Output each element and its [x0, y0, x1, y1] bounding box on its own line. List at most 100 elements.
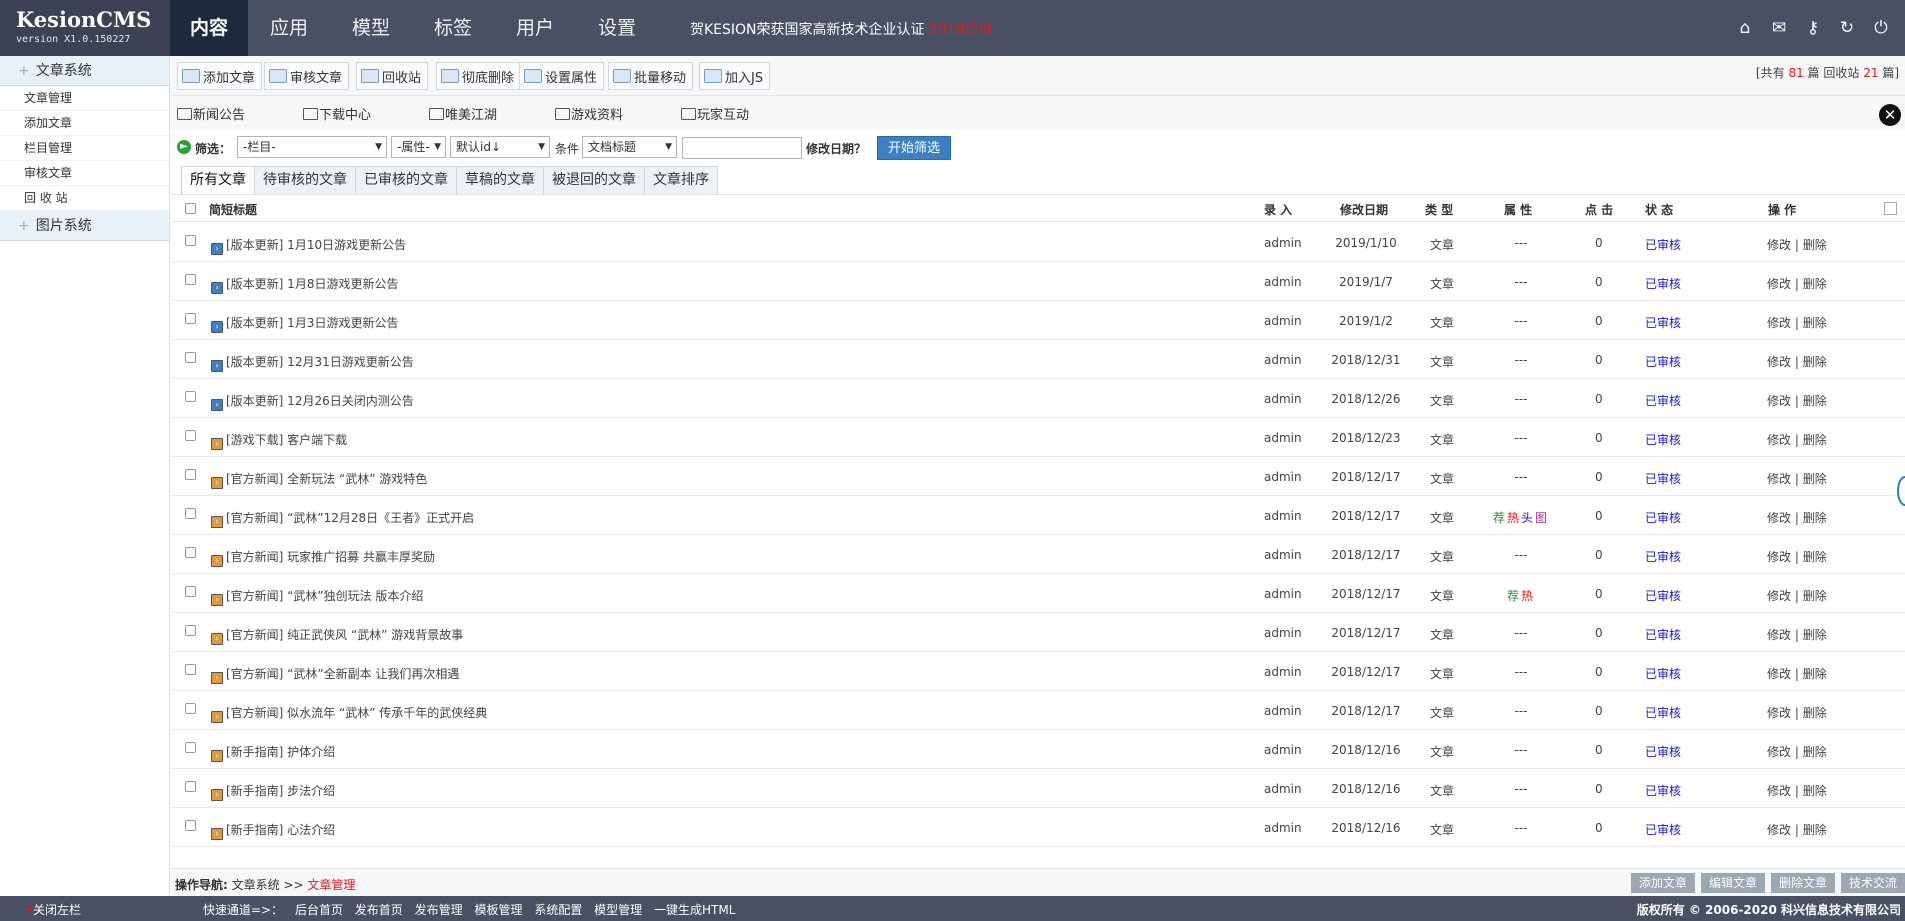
edit-link[interactable]: 修改: [1767, 784, 1791, 798]
row-title-text[interactable]: [游戏下载] 客户端下载: [226, 433, 347, 447]
tab-all-articles[interactable]: 所有文章: [181, 166, 255, 194]
delete-link[interactable]: 删除: [1803, 823, 1827, 837]
row-title-text[interactable]: [版本更新] 12月31日游戏更新公告: [226, 355, 414, 369]
edit-link[interactable]: 修改: [1767, 823, 1791, 837]
row-checkbox[interactable]: [185, 664, 196, 675]
row-checkbox[interactable]: [185, 469, 196, 480]
edit-link[interactable]: 修改: [1767, 706, 1791, 720]
edit-link[interactable]: 修改: [1767, 550, 1791, 564]
delete-link[interactable]: 删除: [1803, 550, 1827, 564]
nav-models[interactable]: 模型: [330, 0, 412, 56]
row-title-text[interactable]: [新手指南] 护体介绍: [226, 745, 335, 759]
row-title-text[interactable]: [官方新闻] “武林”独创玩法 版本介绍: [226, 589, 423, 603]
sidebar-item-recycle-bin[interactable]: 回 收 站: [0, 186, 169, 211]
row-status[interactable]: 已审核: [1645, 236, 1681, 253]
row-title-text[interactable]: [版本更新] 1月8日游戏更新公告: [226, 277, 398, 291]
edit-link[interactable]: 修改: [1767, 316, 1791, 330]
refresh-icon[interactable]: ↻: [1837, 18, 1857, 38]
row-checkbox[interactable]: [185, 625, 196, 636]
row-checkbox[interactable]: [185, 430, 196, 441]
close-icon[interactable]: ✕: [1879, 104, 1901, 126]
close-left-panel-button[interactable]: 关闭左栏: [28, 901, 81, 918]
row-checkbox[interactable]: [185, 547, 196, 558]
edit-link[interactable]: 修改: [1767, 628, 1791, 642]
delete-link[interactable]: 删除: [1803, 472, 1827, 486]
recycle-bin-button[interactable]: 回收站: [356, 62, 429, 90]
row-checkbox[interactable]: [185, 352, 196, 363]
breadcrumb-parent[interactable]: 文章系统: [232, 878, 280, 892]
row-checkbox[interactable]: [185, 274, 196, 285]
tab-pending-review[interactable]: 待审核的文章: [254, 166, 356, 194]
delete-link[interactable]: 删除: [1803, 706, 1827, 720]
add-js-button[interactable]: 加入JS: [699, 62, 771, 90]
modify-date-label[interactable]: 修改日期？: [806, 140, 866, 157]
sidebar-item-review-article[interactable]: 审核文章: [0, 161, 169, 186]
row-title[interactable]: › [官方新闻] 纯正武侠风 “武林” 游戏背景故事: [211, 626, 463, 645]
row-title-text[interactable]: [官方新闻] 纯正武侠风 “武林” 游戏背景故事: [226, 628, 463, 642]
quick-link-generate-html[interactable]: 一键生成HTML: [654, 903, 735, 917]
edit-link[interactable]: 修改: [1767, 667, 1791, 681]
delete-link[interactable]: 删除: [1803, 745, 1827, 759]
row-title-text[interactable]: [版本更新] 1月3日游戏更新公告: [226, 316, 398, 330]
delete-link[interactable]: 删除: [1803, 511, 1827, 525]
tech-exchange-button[interactable]: 技术交流: [1840, 873, 1905, 893]
quick-link-model-manage[interactable]: 模型管理: [594, 903, 642, 917]
sidebar-item-add-article[interactable]: 添加文章: [0, 111, 169, 136]
edit-link[interactable]: 修改: [1767, 277, 1791, 291]
row-title[interactable]: › [官方新闻] “武林”全新副本 让我们再次相遇: [211, 665, 459, 684]
review-article-button[interactable]: 审核文章: [264, 62, 350, 90]
home-icon[interactable]: ⌂: [1735, 18, 1755, 38]
row-title[interactable]: › [官方新闻] “武林”独创玩法 版本介绍: [211, 587, 423, 606]
row-title[interactable]: › [官方新闻] 似水流年 “武林” 传承千年的武侠经典: [211, 704, 487, 723]
tab-article-sort[interactable]: 文章排序: [644, 166, 718, 194]
delete-link[interactable]: 删除: [1803, 238, 1827, 252]
row-status[interactable]: 已审核: [1645, 314, 1681, 331]
row-title[interactable]: › [版本更新] 1月10日游戏更新公告: [211, 236, 406, 255]
tab-rejected[interactable]: 被退回的文章: [543, 166, 645, 194]
permanent-delete-button[interactable]: 彻底删除: [436, 62, 522, 90]
row-title[interactable]: › [版本更新] 12月26日关闭内测公告: [211, 392, 414, 411]
edit-link[interactable]: 修改: [1767, 589, 1791, 603]
row-checkbox[interactable]: [185, 313, 196, 324]
nav-apps[interactable]: 应用: [248, 0, 330, 56]
category-game-info[interactable]: 游戏资料: [555, 104, 623, 123]
sidebar-group-images[interactable]: + 图片系统: [0, 211, 169, 241]
start-filter-button[interactable]: 开始筛选: [877, 136, 952, 160]
row-status[interactable]: 已审核: [1645, 431, 1681, 448]
row-title-text[interactable]: [新手指南] 心法介绍: [226, 823, 335, 837]
add-article-button[interactable]: 添加文章: [177, 62, 263, 90]
row-title[interactable]: › [官方新闻] 全新玩法 “武林” 游戏特色: [211, 470, 427, 489]
delete-link[interactable]: 删除: [1803, 433, 1827, 447]
row-title[interactable]: › [新手指南] 护体介绍: [211, 743, 335, 762]
row-title[interactable]: › [官方新闻] 玩家推广招募 共赢丰厚奖励: [211, 548, 435, 567]
edit-link[interactable]: 修改: [1767, 472, 1791, 486]
category-news[interactable]: 新闻公告: [177, 104, 245, 123]
keyword-input[interactable]: [682, 137, 802, 159]
column-select[interactable]: -栏目- ▼: [237, 136, 387, 158]
row-checkbox[interactable]: [185, 781, 196, 792]
edit-link[interactable]: 修改: [1767, 433, 1791, 447]
delete-link[interactable]: 删除: [1803, 667, 1827, 681]
batch-move-button[interactable]: 批量移动: [608, 62, 694, 90]
nav-tags[interactable]: 标签: [412, 0, 494, 56]
row-status[interactable]: 已审核: [1645, 275, 1681, 292]
row-status[interactable]: 已审核: [1645, 743, 1681, 760]
row-status[interactable]: 已审核: [1645, 626, 1681, 643]
row-checkbox[interactable]: [185, 586, 196, 597]
nav-settings[interactable]: 设置: [576, 0, 658, 56]
row-status[interactable]: 已审核: [1645, 821, 1681, 838]
edit-link[interactable]: 修改: [1767, 394, 1791, 408]
row-status[interactable]: 已审核: [1645, 704, 1681, 721]
select-all-checkbox[interactable]: [185, 203, 196, 214]
row-title[interactable]: › [版本更新] 1月3日游戏更新公告: [211, 314, 398, 333]
sidebar-item-column-manage[interactable]: 栏目管理: [0, 136, 169, 161]
row-title[interactable]: › [版本更新] 1月8日游戏更新公告: [211, 275, 398, 294]
row-title-text[interactable]: [官方新闻] “武林”12月28日《王者》正式开启: [226, 511, 474, 525]
bottom-edit-article-button[interactable]: 编辑文章: [1700, 873, 1765, 893]
row-title[interactable]: › [游戏下载] 客户端下载: [211, 431, 347, 450]
row-title-text[interactable]: [新手指南] 步法介绍: [226, 784, 335, 798]
edit-link[interactable]: 修改: [1767, 511, 1791, 525]
delete-link[interactable]: 删除: [1803, 394, 1827, 408]
power-icon[interactable]: ⏻: [1871, 18, 1891, 38]
category-player-interaction[interactable]: 玩家互动: [681, 104, 749, 123]
